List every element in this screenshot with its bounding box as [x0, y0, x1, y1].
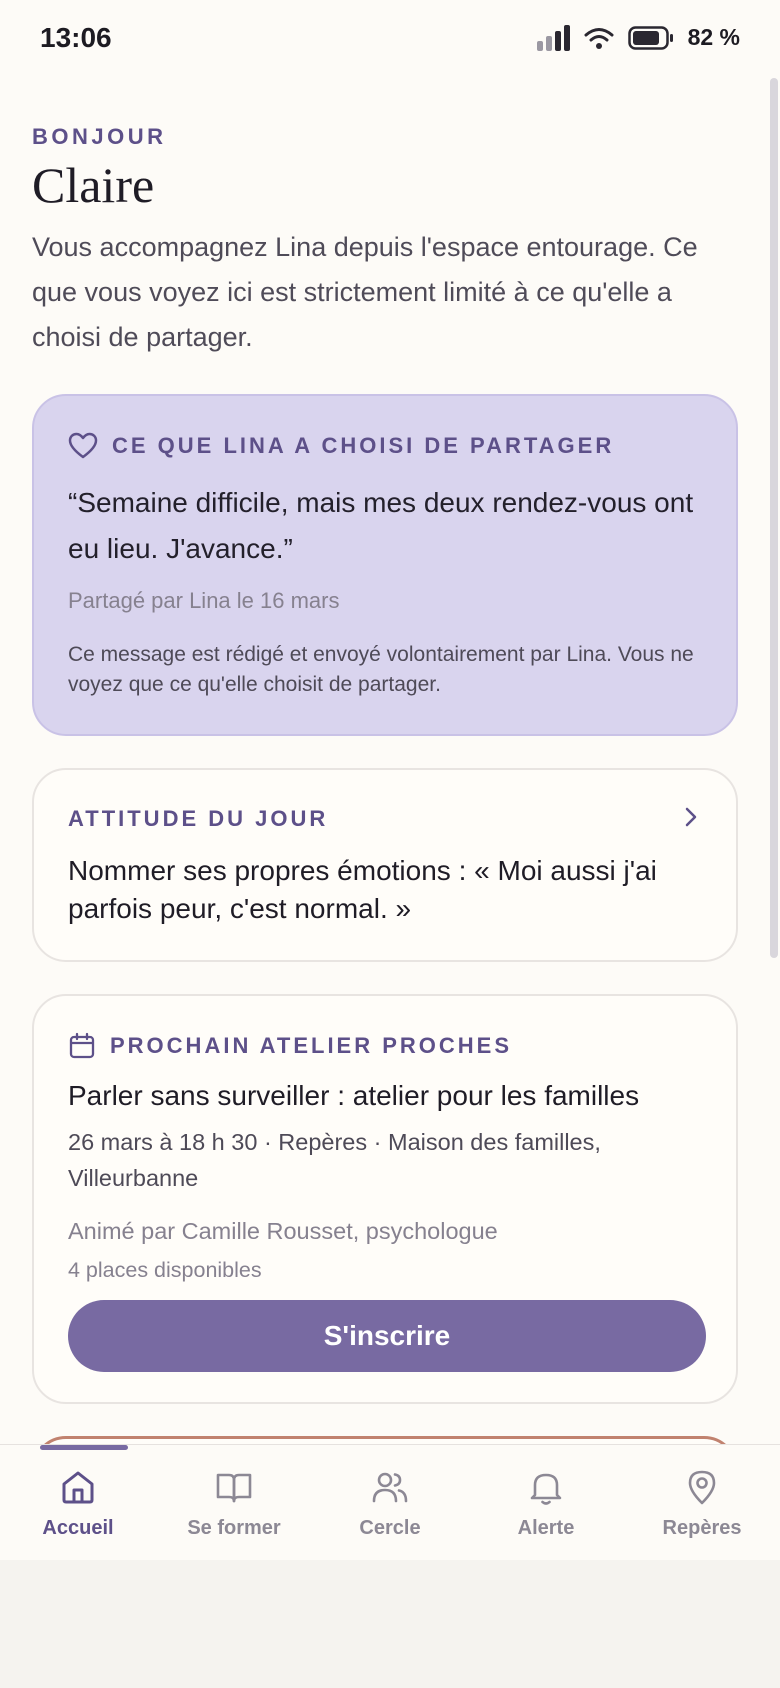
status-time: 13:06: [40, 22, 112, 53]
signal-icon: [536, 24, 570, 51]
register-button[interactable]: S'inscrire: [68, 1300, 706, 1372]
nav-item-accueil[interactable]: Accueil: [0, 1445, 156, 1560]
shared-message-card: CE QUE LINA A CHOISI DE PARTAGER “Semain…: [32, 394, 738, 736]
user-name: Claire: [32, 157, 155, 213]
shared-message-note: Ce message est rédigé et envoyé volontai…: [68, 643, 694, 696]
workshop-details: 26 mars à 18 h 30 · Repères · Maison des…: [68, 1129, 601, 1191]
intro-text: Vous accompagnez Lina depuis l'espace en…: [32, 232, 698, 352]
scrollbar[interactable]: [770, 78, 778, 958]
bell-icon: [530, 1473, 562, 1505]
active-tab-indicator: [40, 1445, 128, 1450]
wifi-icon: [584, 27, 614, 49]
nav-item-reperes[interactable]: Repères: [624, 1445, 780, 1560]
attitude-text: Nommer ses propres émotions : « Moi auss…: [68, 855, 657, 924]
map-pin-icon: [688, 1470, 716, 1505]
nav-label: Cercle: [359, 1517, 421, 1539]
shared-message-meta: Partagé par Lina le 16 mars: [68, 588, 340, 613]
app-screen: 13:06 82 % BONJOUR Claire Vous accompagn…: [0, 0, 780, 1560]
workshop-title: Parler sans surveiller : atelier pour le…: [68, 1080, 640, 1111]
nav-label: Repères: [662, 1517, 742, 1539]
nav-item-alerte[interactable]: Alerte: [468, 1445, 624, 1560]
nav-label: Accueil: [42, 1517, 114, 1539]
shared-message-quote: “Semaine difficile, mais mes deux rendez…: [68, 487, 694, 564]
status-bar: 13:06 82 %: [0, 0, 780, 78]
battery-icon: [627, 25, 673, 50]
workshop-host: Animé par Camille Rousset, psychologue: [68, 1218, 498, 1244]
book-icon: [216, 1473, 252, 1503]
chevron-right-icon[interactable]: [680, 806, 702, 828]
bottom-navigation: Accueil Se former Cercle Alerte Repères: [0, 1444, 780, 1560]
nav-label: Se former: [187, 1517, 281, 1539]
home-icon: [62, 1471, 94, 1504]
attitude-card[interactable]: ATTITUDE DU JOUR Nommer ses propres émot…: [32, 768, 738, 962]
attitude-label: ATTITUDE DU JOUR: [68, 806, 329, 831]
nav-item-se-former[interactable]: Se former: [156, 1445, 312, 1560]
workshop-places: 4 places disponibles: [68, 1258, 262, 1282]
status-icons: 82 %: [536, 24, 740, 51]
nav-item-cercle[interactable]: Cercle: [312, 1445, 468, 1560]
nav-label: Alerte: [517, 1517, 575, 1539]
workshop-card: PROCHAIN ATELIER PROCHES Parler sans sur…: [32, 994, 738, 1404]
heart-icon: [68, 432, 98, 459]
workshop-header: PROCHAIN ATELIER PROCHES: [68, 1032, 512, 1060]
shared-message-header: CE QUE LINA A CHOISI DE PARTAGER: [68, 432, 614, 460]
battery-percent: 82 %: [687, 24, 740, 50]
calendar-icon: [69, 1032, 95, 1059]
greeting-label: BONJOUR: [32, 124, 167, 149]
workshop-label: PROCHAIN ATELIER PROCHES: [110, 1033, 513, 1058]
users-icon: [372, 1472, 408, 1503]
shared-message-label: CE QUE LINA A CHOISI DE PARTAGER: [112, 433, 615, 458]
